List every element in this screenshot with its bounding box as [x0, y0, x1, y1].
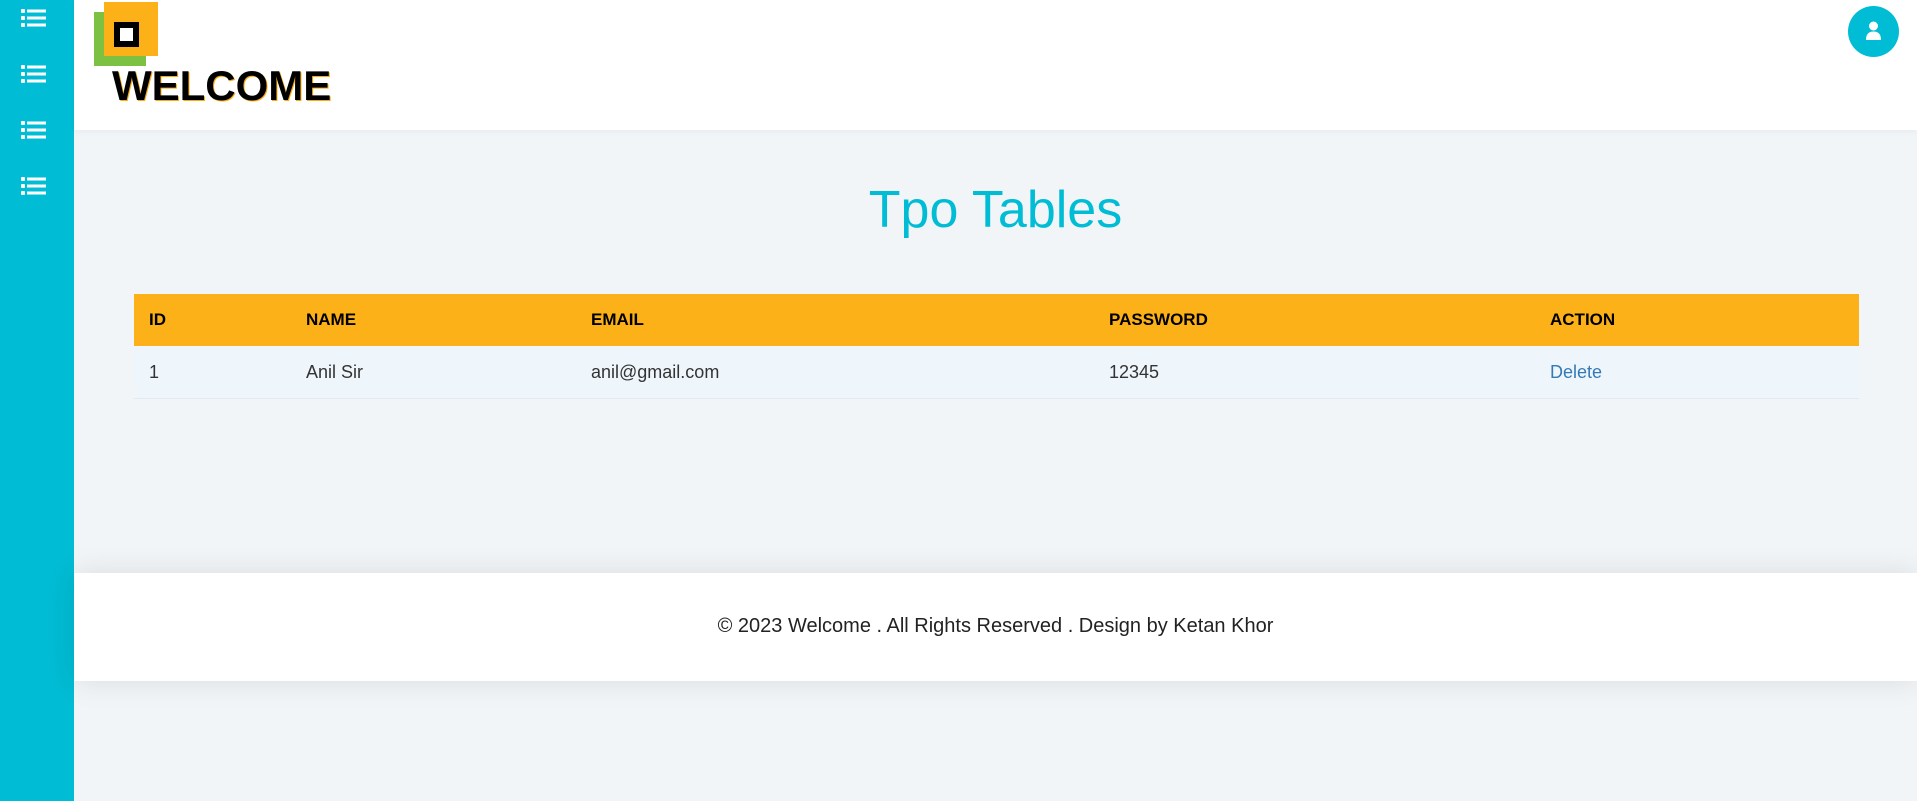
tpo-table: ID NAME EMAIL PASSWORD ACTION 1 Anil Sir…: [134, 294, 1859, 399]
sidebar-item-3-list-icon[interactable]: [21, 119, 46, 141]
footer-copyright: © 2023 Welcome . All Rights Reserved . D…: [717, 615, 1274, 637]
column-header-id: ID: [134, 294, 291, 346]
column-header-email: EMAIL: [576, 294, 1094, 346]
header: WELCOME: [74, 0, 1917, 130]
page-title: Tpo Tables: [868, 181, 1123, 239]
sidebar-item-4-list-icon[interactable]: [21, 175, 46, 197]
sidebar: [0, 0, 74, 801]
sidebar-item-2-list-icon[interactable]: [21, 63, 46, 85]
cell-password: 12345: [1094, 346, 1535, 399]
user-avatar-button[interactable]: [1848, 6, 1899, 57]
footer: © 2023 Welcome . All Rights Reserved . D…: [74, 573, 1917, 681]
cell-id: 1: [134, 346, 291, 399]
column-header-name: NAME: [291, 294, 576, 346]
column-header-action: ACTION: [1535, 294, 1859, 346]
table-row: 1 Anil Sir anil@gmail.com 12345 Delete: [134, 346, 1859, 399]
cell-name: Anil Sir: [291, 346, 576, 399]
sidebar-item-1-list-icon[interactable]: [21, 7, 46, 29]
logo-icon: [94, 2, 160, 68]
brand-title: WELCOME: [112, 62, 332, 109]
user-icon: [1866, 21, 1881, 40]
table-header-row: ID NAME EMAIL PASSWORD ACTION: [134, 294, 1859, 346]
cell-action: Delete: [1535, 346, 1859, 399]
delete-link[interactable]: Delete: [1550, 362, 1602, 382]
cell-email: anil@gmail.com: [576, 346, 1094, 399]
column-header-password: PASSWORD: [1094, 294, 1535, 346]
